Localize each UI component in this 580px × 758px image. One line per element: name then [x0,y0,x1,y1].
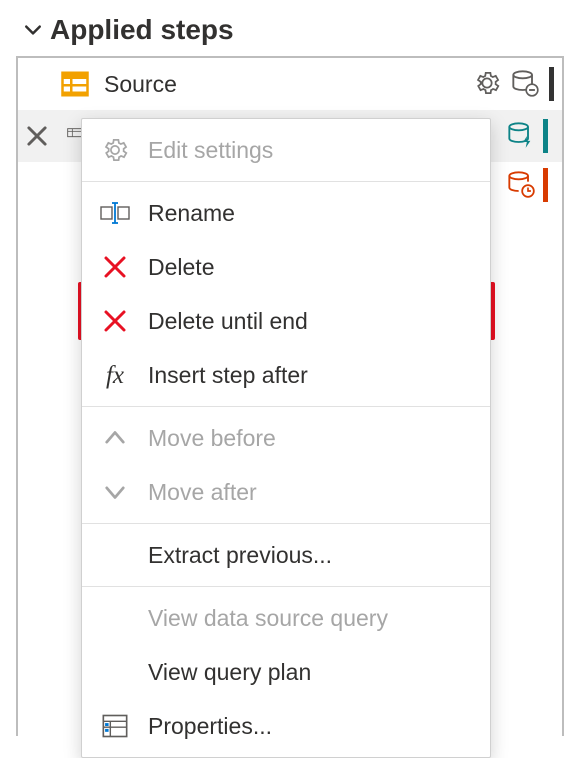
menu-label: Edit settings [148,137,273,164]
table-icon [60,69,90,99]
gear-icon [100,135,130,165]
properties-icon [100,711,130,741]
blank-icon [100,603,130,633]
menu-divider [82,181,490,182]
database-bolt-icon[interactable] [507,121,537,151]
panel-title: Applied steps [50,14,234,46]
menu-move-before: Move before [82,411,490,465]
rename-icon [100,198,130,228]
close-icon[interactable] [24,123,50,149]
blank-icon [100,540,130,570]
menu-move-after: Move after [82,465,490,519]
menu-label: View query plan [148,659,311,686]
database-clock-icon[interactable] [507,170,537,200]
menu-divider [82,406,490,407]
context-menu: Edit settings Rename Delete Delete until… [81,118,491,758]
menu-view-data-source-query: View data source query [82,591,490,645]
delete-x-icon [100,252,130,282]
menu-divider [82,523,490,524]
menu-edit-settings: Edit settings [82,123,490,177]
menu-label: Move before [148,425,276,452]
menu-insert-step-after[interactable]: fx Insert step after [82,348,490,402]
menu-view-query-plan[interactable]: View query plan [82,645,490,699]
status-bar-icon [543,168,548,202]
blank-icon [100,657,130,687]
menu-label: Delete until end [148,308,308,335]
menu-extract-previous[interactable]: Extract previous... [82,528,490,582]
gear-icon[interactable] [473,69,503,99]
menu-properties[interactable]: Properties... [82,699,490,753]
database-minus-icon[interactable] [511,69,541,99]
step-row-source[interactable]: Source [18,58,562,110]
fx-icon: fx [100,360,130,390]
menu-label: Insert step after [148,362,308,389]
status-bar-icon [543,119,548,153]
delete-x-icon [100,306,130,336]
menu-delete-until-end[interactable]: Delete until end [82,294,490,348]
chevron-down-icon [24,21,42,39]
menu-divider [82,586,490,587]
menu-rename[interactable]: Rename [82,186,490,240]
menu-label: Properties... [148,713,272,740]
menu-label: Delete [148,254,214,281]
status-bar-icon [549,67,554,101]
menu-label: Extract previous... [148,542,332,569]
menu-label: Move after [148,479,257,506]
chevron-up-icon [100,423,130,453]
menu-delete[interactable]: Delete [82,240,490,294]
chevron-down-icon [100,477,130,507]
panel-header[interactable]: Applied steps [10,8,570,56]
menu-label: Rename [148,200,235,227]
menu-label: View data source query [148,605,388,632]
